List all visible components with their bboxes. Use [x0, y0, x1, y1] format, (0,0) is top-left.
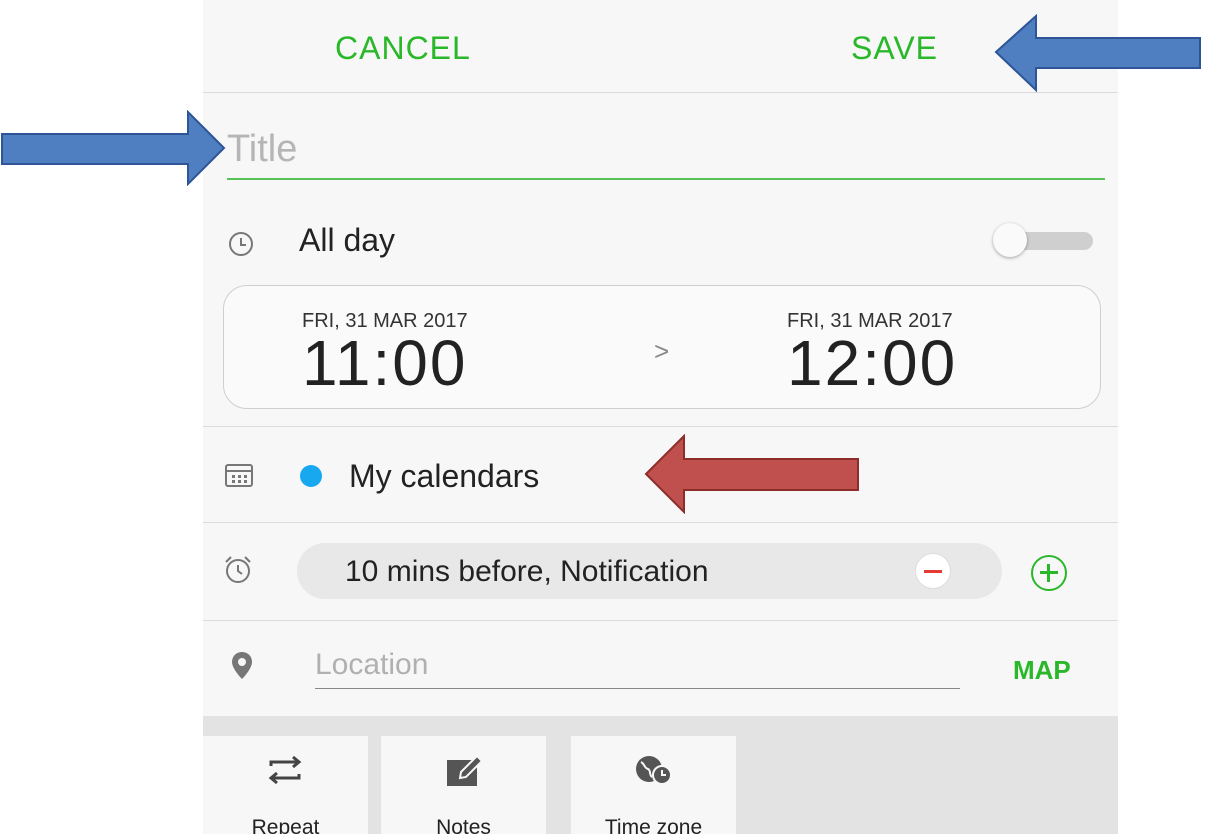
map-button[interactable]: MAP [1013, 655, 1071, 686]
start-time[interactable]: 11:00 [302, 326, 467, 400]
title-input[interactable] [227, 120, 1105, 180]
repeat-label: Repeat [251, 816, 320, 834]
clock-icon [229, 232, 253, 256]
all-day-toggle[interactable] [993, 223, 1097, 257]
header-divider [203, 92, 1118, 93]
save-button[interactable]: SAVE [851, 30, 938, 67]
notes-icon [447, 754, 484, 786]
end-time[interactable]: 12:00 [787, 326, 957, 400]
calendar-divider [203, 522, 1118, 523]
time-range-box: FRI, 31 MAR 2017 11:00 > FRI, 31 MAR 201… [223, 285, 1101, 409]
add-reminder-button[interactable] [1031, 555, 1067, 591]
calendar-callout-arrow [644, 434, 859, 514]
remove-reminder-button[interactable] [915, 553, 951, 589]
repeat-option[interactable]: Repeat [203, 736, 368, 834]
save-callout-arrow [994, 14, 1201, 93]
range-separator: > [654, 336, 670, 366]
notes-label: Notes [436, 816, 491, 834]
reminder-chip[interactable]: 10 mins before, Notification [297, 543, 1002, 599]
cancel-button[interactable]: CANCEL [335, 30, 471, 67]
reminder-divider [203, 620, 1118, 621]
location-pin-icon [232, 652, 252, 679]
reminder-label: 10 mins before, Notification [345, 555, 709, 588]
time-zone-label: Time zone [604, 816, 703, 834]
event-editor-screen: CANCEL SAVE All day FRI, 31 MAR 2017 11:… [203, 0, 1118, 834]
time-divider [203, 426, 1118, 427]
toggle-knob [993, 223, 1027, 257]
calendar-icon [225, 464, 253, 487]
notes-option[interactable]: Notes [381, 736, 546, 834]
time-zone-icon [636, 756, 672, 785]
calendar-selector[interactable]: My calendars [349, 458, 539, 495]
alarm-clock-icon [225, 556, 251, 583]
time-zone-option[interactable]: Time zone [571, 736, 736, 834]
calendar-color-dot [300, 465, 322, 487]
location-input[interactable] [315, 642, 960, 689]
repeat-icon [268, 755, 302, 785]
title-callout-arrow [1, 110, 226, 186]
all-day-label: All day [299, 222, 396, 258]
